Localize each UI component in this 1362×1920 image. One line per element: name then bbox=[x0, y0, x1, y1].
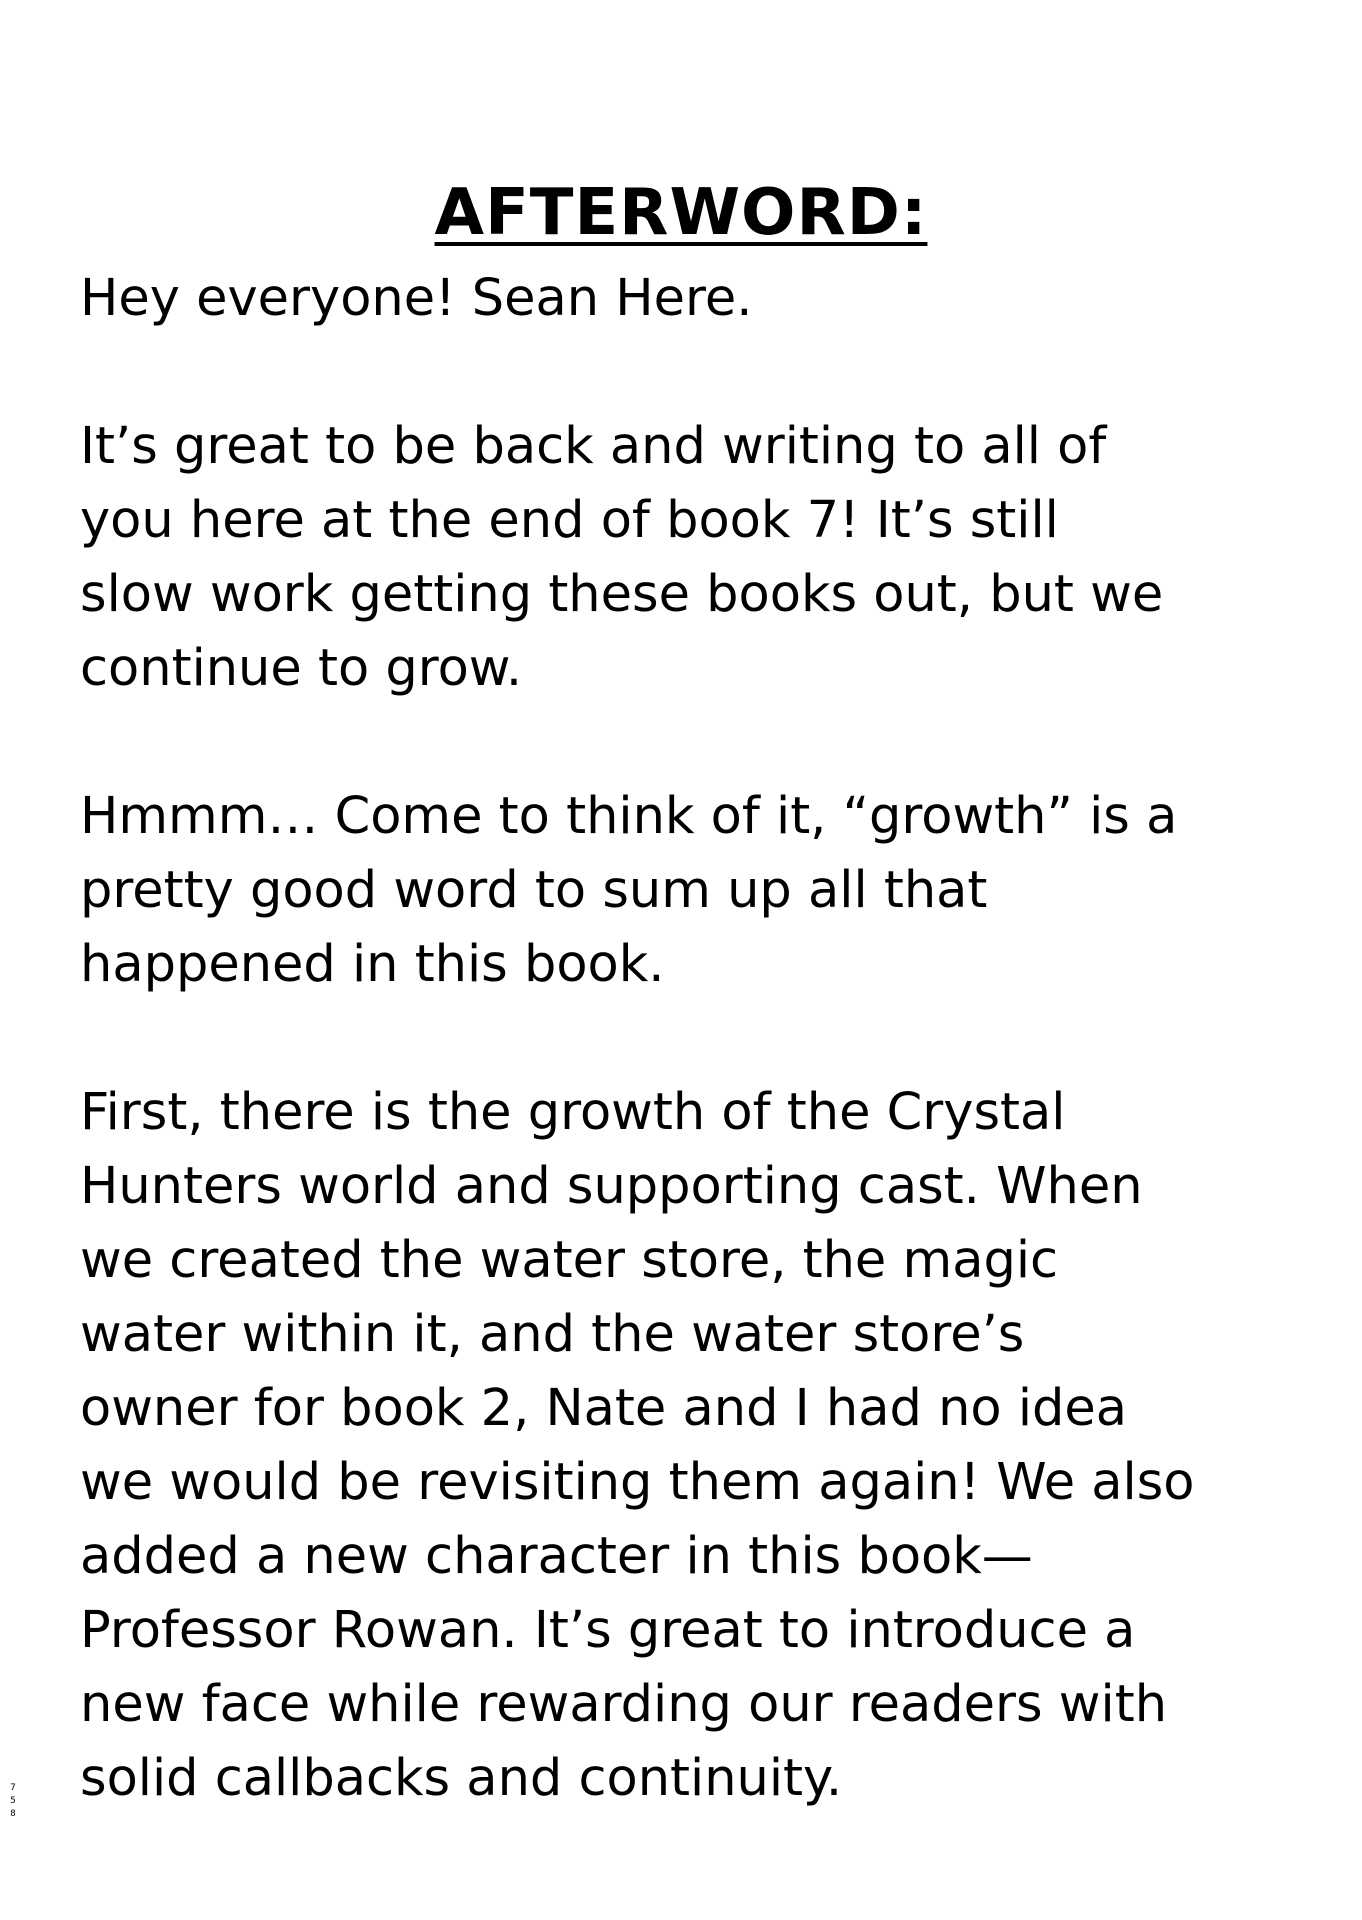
paragraph-back-writing: It’s great to be back and writing to all… bbox=[80, 417, 1164, 698]
paragraph-greeting: Hey everyone! Sean Here. bbox=[80, 269, 753, 328]
page-title-text: AFTERWORD: bbox=[434, 175, 928, 250]
page-title: AFTERWORD: bbox=[0, 173, 1362, 253]
document-page: AFTERWORD: Hey everyone! Sean Here. It’s… bbox=[0, 0, 1362, 1920]
paragraph-growth: Hmmm… Come to think of it, “growth” is a… bbox=[80, 787, 1178, 994]
afterword-body: Hey everyone! Sean Here. It’s great to b… bbox=[80, 262, 1300, 1816]
paragraph-world-growth: First, there is the growth of the Crysta… bbox=[80, 1083, 1195, 1808]
page-number: 7 5 8 bbox=[10, 1783, 16, 1819]
